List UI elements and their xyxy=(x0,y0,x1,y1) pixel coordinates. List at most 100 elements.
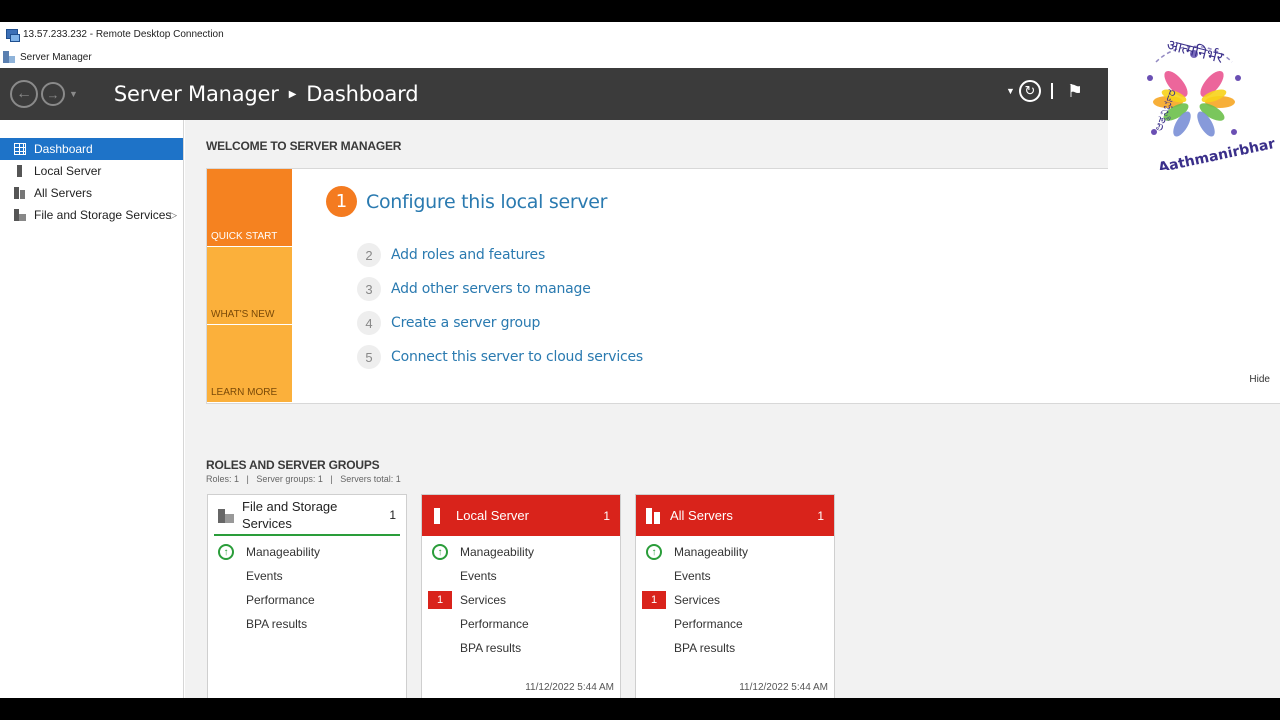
row-label: BPA results xyxy=(460,641,522,655)
app-title-bar: Server Manager xyxy=(0,46,1280,68)
step-link[interactable]: Create a server group xyxy=(391,315,540,331)
step-create-group[interactable]: 4 Create a server group xyxy=(357,311,540,335)
row-bpa[interactable]: BPA results xyxy=(208,612,406,636)
servers-icon xyxy=(646,507,662,524)
logo-text: Aathmanirbhar xyxy=(1157,136,1277,170)
remote-desktop-screen: 13.57.233.232 - Remote Desktop Connectio… xyxy=(0,22,1280,698)
card-header[interactable]: All Servers 1 xyxy=(636,495,834,536)
row-label: Events xyxy=(674,569,711,583)
breadcrumb: Server Manager ▶ Dashboard xyxy=(114,82,419,106)
rdp-title-bar: 13.57.233.232 - Remote Desktop Connectio… xyxy=(0,22,1280,46)
dashboard-main: WELCOME TO SERVER MANAGER QUICK START WH… xyxy=(185,120,1280,698)
breadcrumb-root[interactable]: Server Manager xyxy=(114,82,279,106)
refresh-icon[interactable]: ↻ xyxy=(1018,80,1041,102)
tile-whats-new[interactable]: WHAT'S NEW xyxy=(207,247,292,324)
row-events[interactable]: Events xyxy=(422,564,620,588)
sidebar: Dashboard Local Server All Servers File … xyxy=(0,120,184,698)
step-add-roles[interactable]: 2 Add roles and features xyxy=(357,243,545,267)
row-services[interactable]: 1 Services xyxy=(636,588,834,612)
tile-quick-start[interactable]: QUICK START xyxy=(207,169,292,246)
sidebar-item-label: File and Storage Services xyxy=(34,208,172,222)
rdp-title: 13.57.233.232 - Remote Desktop Connectio… xyxy=(23,28,224,40)
card-count: 1 xyxy=(603,508,610,523)
logo-graphic: आत्मनिर्भर ಆತ್ಮನಿರ್ಭರ Aathmanirbhar xyxy=(1147,36,1277,176)
row-bpa[interactable]: BPA results xyxy=(636,636,834,660)
row-manageability[interactable]: ↑ Manageability xyxy=(422,540,620,564)
row-label: Services xyxy=(674,593,721,607)
row-bpa[interactable]: BPA results xyxy=(422,636,620,660)
step-number: 5 xyxy=(357,345,381,369)
hide-link[interactable]: Hide xyxy=(1249,374,1270,385)
submenu-arrow-icon[interactable]: ▷ xyxy=(170,210,177,221)
server-icon xyxy=(432,507,448,524)
step-number: 1 xyxy=(326,186,357,217)
row-label: Manageability xyxy=(246,545,321,559)
row-performance[interactable]: Performance xyxy=(636,612,834,636)
history-dropdown-icon[interactable]: ▼ xyxy=(69,89,78,99)
row-events[interactable]: Events xyxy=(636,564,834,588)
card-file-storage[interactable]: File and Storage Services 1 ↑ Manageabil… xyxy=(207,494,407,698)
row-label: Performance xyxy=(460,617,529,631)
row-manageability[interactable]: ↑ Manageability xyxy=(636,540,834,564)
step-link[interactable]: Add roles and features xyxy=(391,247,545,263)
dashboard-icon xyxy=(14,143,26,155)
row-performance[interactable]: Performance xyxy=(422,612,620,636)
card-title: All Servers xyxy=(670,508,733,523)
servers-icon xyxy=(14,187,26,199)
step-configure-local-server[interactable]: 1 Configure this local server xyxy=(326,186,608,217)
storage-icon xyxy=(14,209,26,221)
welcome-panel: QUICK START WHAT'S NEW LEARN MORE 1 Conf… xyxy=(206,168,1280,404)
logo-devanagari: आत्मनिर्भर xyxy=(1165,36,1226,68)
card-count: 1 xyxy=(817,508,824,523)
row-performance[interactable]: Performance xyxy=(208,588,406,612)
status-ok-icon: ↑ xyxy=(432,544,448,560)
row-manageability[interactable]: ↑ Manageability xyxy=(208,540,406,564)
aathmanirbhar-logo: आत्मनिर्भर ಆತ್ಮನಿರ್ಭರ Aathmanirbhar xyxy=(1108,22,1280,176)
tile-learn-more[interactable]: LEARN MORE xyxy=(207,325,292,402)
row-label: Manageability xyxy=(460,545,535,559)
step-link[interactable]: Add other servers to manage xyxy=(391,281,591,297)
card-all-servers[interactable]: All Servers 1 ↑ Manageability Events 1 S… xyxy=(635,494,835,698)
step-number: 4 xyxy=(357,311,381,335)
sidebar-item-dashboard[interactable]: Dashboard xyxy=(0,138,183,160)
notifications-flag-icon[interactable]: ⚑ xyxy=(1067,81,1083,102)
storage-icon xyxy=(218,507,234,523)
card-header[interactable]: File and Storage Services 1 xyxy=(214,495,400,536)
step-connect-cloud[interactable]: 5 Connect this server to cloud services xyxy=(357,345,643,369)
welcome-title: WELCOME TO SERVER MANAGER xyxy=(206,139,402,153)
card-local-server[interactable]: Local Server 1 ↑ Manageability Events 1 … xyxy=(421,494,621,698)
row-label: Manageability xyxy=(674,545,749,559)
card-rows: ↑ Manageability Events 1 Services Perfor… xyxy=(422,536,620,660)
sidebar-item-file-storage[interactable]: File and Storage Services ▷ xyxy=(0,204,183,226)
alert-count-badge: 1 xyxy=(642,591,666,609)
status-ok-icon: ↑ xyxy=(218,544,234,560)
card-header[interactable]: Local Server 1 xyxy=(422,495,620,536)
row-label: BPA results xyxy=(674,641,736,655)
header-tools: ▼ ↻ ⚑ xyxy=(1006,80,1083,102)
row-label: Events xyxy=(246,569,283,583)
forward-arrow-icon[interactable]: → xyxy=(41,82,65,106)
sidebar-item-label: Dashboard xyxy=(34,142,93,156)
step-number: 2 xyxy=(357,243,381,267)
step-add-servers[interactable]: 3 Add other servers to manage xyxy=(357,277,591,301)
card-timestamp: 11/12/2022 5:44 AM xyxy=(525,682,614,693)
step-link[interactable]: Connect this server to cloud services xyxy=(391,349,643,365)
back-arrow-icon[interactable]: ← xyxy=(10,80,38,108)
card-rows: ↑ Manageability Events Performance BPA r… xyxy=(208,536,406,636)
status-ok-icon: ↑ xyxy=(646,544,662,560)
breadcrumb-current: Dashboard xyxy=(306,82,419,106)
row-events[interactable]: Events xyxy=(208,564,406,588)
row-label: Services xyxy=(460,593,507,607)
server-icon xyxy=(14,165,26,177)
server-manager-icon xyxy=(3,51,15,63)
row-services[interactable]: 1 Services xyxy=(422,588,620,612)
row-label: Performance xyxy=(246,593,315,607)
sidebar-item-local-server[interactable]: Local Server xyxy=(0,160,183,182)
refresh-dropdown-icon[interactable]: ▼ xyxy=(1006,86,1015,96)
alert-count-badge: 1 xyxy=(428,591,452,609)
step-link[interactable]: Configure this local server xyxy=(366,191,608,213)
app-title: Server Manager xyxy=(20,51,92,63)
card-timestamp: 11/12/2022 5:44 AM xyxy=(739,682,828,693)
sidebar-item-all-servers[interactable]: All Servers xyxy=(0,182,183,204)
remote-desktop-icon xyxy=(6,28,20,42)
